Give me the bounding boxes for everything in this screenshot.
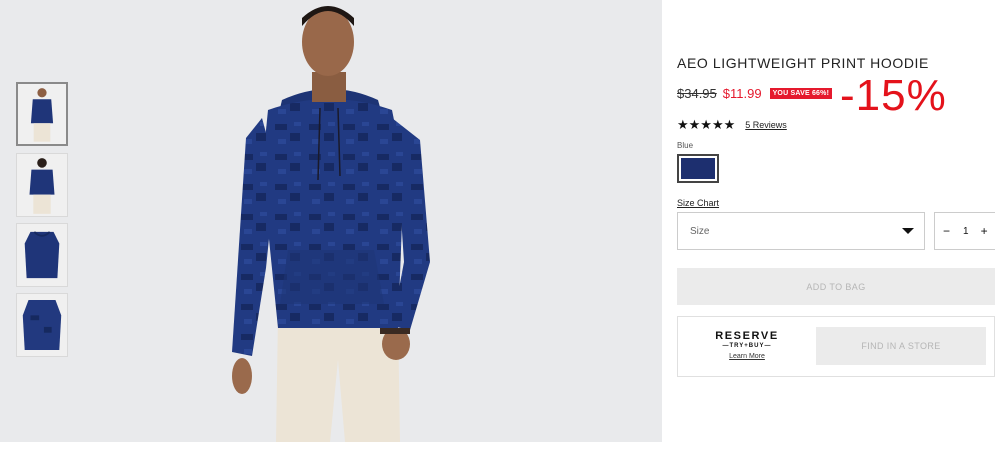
savings-badge: YOU SAVE 66%! — [769, 88, 833, 99]
size-chart-link[interactable]: Size Chart — [677, 198, 719, 208]
product-title: AEO LIGHTWEIGHT PRINT HOODIE — [677, 55, 929, 71]
quantity-value: 1 — [963, 225, 969, 237]
reserve-title: RESERVE — [715, 330, 779, 342]
original-price: $34.95 — [677, 86, 717, 101]
reviews-link[interactable]: 5 Reviews — [745, 120, 787, 130]
main-product-image[interactable] — [0, 0, 662, 442]
size-select[interactable]: Size — [677, 212, 925, 250]
thumbnail-image — [17, 294, 67, 356]
caret-down-icon — [902, 228, 914, 234]
rating-row: ★★★★★ 5 Reviews — [677, 117, 787, 133]
swatch-fill — [681, 158, 715, 179]
thumbnail-detail[interactable] — [16, 293, 68, 357]
thumbnail-image — [17, 224, 67, 286]
add-to-bag-button[interactable]: ADD TO BAG — [677, 268, 995, 305]
color-swatch-blue[interactable] — [677, 154, 719, 183]
price-row: $34.95 $11.99 YOU SAVE 66%! — [677, 86, 833, 101]
find-in-store-button[interactable]: FIND IN A STORE — [816, 327, 986, 365]
quantity-decrease-button[interactable]: − — [943, 224, 950, 238]
thumbnail-front-view[interactable] — [16, 82, 68, 146]
product-info-panel: AEO LIGHTWEIGHT PRINT HOODIE $34.95 $11.… — [677, 0, 995, 452]
thumbnail-flat-lay[interactable] — [16, 223, 68, 287]
reserve-subtitle: —TRY+BUY— — [722, 343, 772, 349]
color-label: Blue — [677, 141, 694, 150]
discount-overlay: -15% — [840, 71, 947, 120]
learn-more-link[interactable]: Learn More — [708, 351, 786, 362]
thumbnail-image — [18, 84, 66, 144]
product-gallery — [0, 0, 662, 442]
quantity-stepper: − 1 + — [934, 212, 995, 250]
sale-price: $11.99 — [722, 86, 762, 101]
store-pickup-box: RESERVE —TRY+BUY— Learn More FIND IN A S… — [677, 316, 995, 377]
thumbnail-back-view[interactable] — [16, 153, 68, 217]
reserve-try-buy-logo: RESERVE —TRY+BUY— Learn More — [708, 330, 786, 362]
model-photo — [0, 0, 662, 442]
star-rating-icon: ★★★★★ — [677, 117, 736, 132]
size-select-value: Size — [690, 225, 710, 237]
thumbnail-image — [17, 154, 67, 216]
quantity-increase-button[interactable]: + — [981, 224, 988, 238]
